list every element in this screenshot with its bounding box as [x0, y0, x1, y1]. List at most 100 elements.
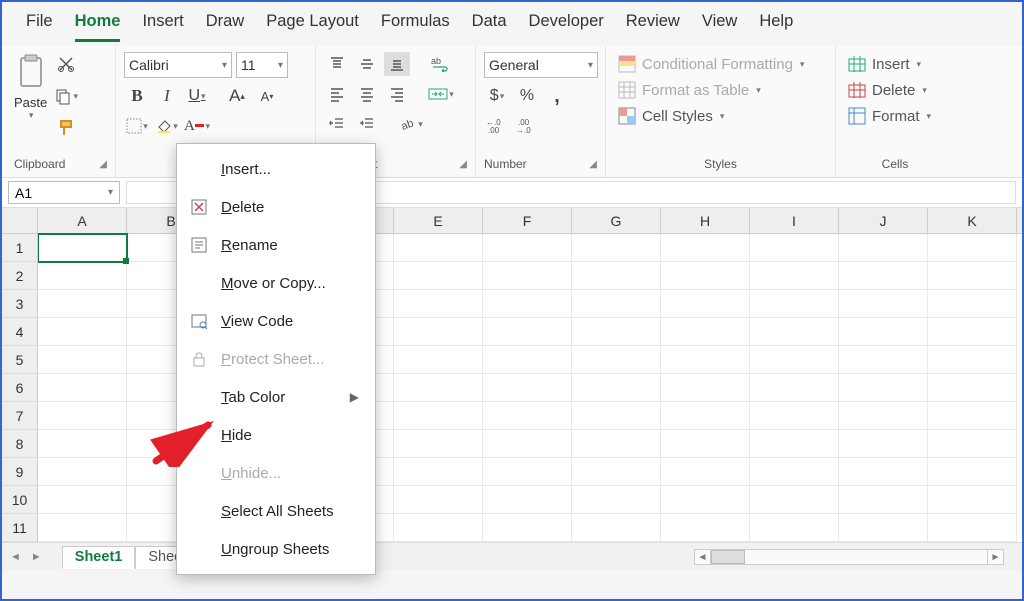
cut-button[interactable]: [53, 52, 79, 76]
cell[interactable]: [839, 262, 928, 290]
cell[interactable]: [483, 486, 572, 514]
cell[interactable]: [38, 318, 127, 346]
dialog-launcher-icon[interactable]: ◢: [99, 159, 107, 170]
borders-button[interactable]: ▾: [124, 114, 150, 138]
cell[interactable]: [661, 430, 750, 458]
row-header[interactable]: 1: [2, 234, 37, 262]
cell[interactable]: [928, 486, 1017, 514]
cell[interactable]: [572, 262, 661, 290]
context-menu-item[interactable]: Move or Copy...: [177, 264, 375, 302]
cell[interactable]: [572, 318, 661, 346]
cell[interactable]: [839, 514, 928, 542]
cell[interactable]: [394, 486, 483, 514]
cell[interactable]: [483, 402, 572, 430]
cell[interactable]: [394, 402, 483, 430]
cell[interactable]: [38, 402, 127, 430]
align-right-button[interactable]: [384, 82, 410, 106]
align-left-button[interactable]: [324, 82, 350, 106]
cell[interactable]: [661, 514, 750, 542]
cell[interactable]: [928, 458, 1017, 486]
row-header[interactable]: 11: [2, 514, 37, 542]
scroll-thumb[interactable]: [711, 550, 745, 564]
cell[interactable]: [394, 374, 483, 402]
sheet-tab[interactable]: Sheet1: [62, 546, 136, 569]
cell[interactable]: [750, 262, 839, 290]
cell[interactable]: [483, 514, 572, 542]
cell[interactable]: [839, 346, 928, 374]
cell[interactable]: [38, 234, 127, 262]
decrease-font-button[interactable]: A▾: [254, 84, 280, 108]
cell[interactable]: [572, 234, 661, 262]
cell[interactable]: [38, 374, 127, 402]
cell[interactable]: [661, 346, 750, 374]
menu-developer[interactable]: Developer: [529, 12, 604, 42]
comma-button[interactable]: ,: [544, 84, 570, 108]
cell[interactable]: [483, 262, 572, 290]
cell[interactable]: [483, 234, 572, 262]
bold-button[interactable]: B: [124, 84, 150, 108]
cell[interactable]: [750, 514, 839, 542]
font-size-combo[interactable]: 11▾: [236, 52, 288, 78]
scroll-right-icon[interactable]: ►: [987, 550, 1003, 564]
cell[interactable]: [572, 514, 661, 542]
cell[interactable]: [483, 346, 572, 374]
cell[interactable]: [394, 290, 483, 318]
cell[interactable]: [839, 430, 928, 458]
cell[interactable]: [394, 430, 483, 458]
cell[interactable]: [38, 346, 127, 374]
cell[interactable]: [572, 402, 661, 430]
cell[interactable]: [928, 262, 1017, 290]
cell[interactable]: [839, 374, 928, 402]
conditional-formatting-button[interactable]: Conditional Formatting▾: [614, 52, 808, 76]
increase-indent-button[interactable]: [354, 112, 380, 136]
cell[interactable]: [750, 430, 839, 458]
cell[interactable]: [839, 486, 928, 514]
cell[interactable]: [572, 346, 661, 374]
cell[interactable]: [38, 290, 127, 318]
cell[interactable]: [750, 402, 839, 430]
cell[interactable]: [661, 318, 750, 346]
cell[interactable]: [928, 514, 1017, 542]
cell[interactable]: [572, 486, 661, 514]
cell[interactable]: [839, 458, 928, 486]
menu-file[interactable]: File: [26, 12, 53, 42]
cell[interactable]: [928, 430, 1017, 458]
align-top-button[interactable]: [324, 52, 350, 76]
row-header[interactable]: 8: [2, 430, 37, 458]
increase-font-button[interactable]: A▴: [224, 84, 250, 108]
menu-data[interactable]: Data: [472, 12, 507, 42]
cell[interactable]: [750, 486, 839, 514]
cell[interactable]: [38, 514, 127, 542]
insert-cells-button[interactable]: Insert▾: [844, 52, 925, 76]
menu-insert[interactable]: Insert: [142, 12, 183, 42]
column-header[interactable]: K: [928, 208, 1017, 233]
context-menu-item[interactable]: Select All Sheets: [177, 492, 375, 530]
context-menu-item[interactable]: View Code: [177, 302, 375, 340]
cell[interactable]: [661, 290, 750, 318]
align-center-button[interactable]: [354, 82, 380, 106]
dialog-launcher-icon[interactable]: ◢: [459, 159, 467, 170]
cell[interactable]: [394, 346, 483, 374]
row-header[interactable]: 4: [2, 318, 37, 346]
cell[interactable]: [928, 290, 1017, 318]
cell[interactable]: [394, 458, 483, 486]
cell[interactable]: [483, 318, 572, 346]
cell[interactable]: [661, 262, 750, 290]
menu-view[interactable]: View: [702, 12, 737, 42]
name-box[interactable]: A1▾: [8, 181, 120, 204]
cell[interactable]: [394, 234, 483, 262]
cell[interactable]: [572, 374, 661, 402]
context-menu-item[interactable]: Delete: [177, 188, 375, 226]
cell[interactable]: [750, 290, 839, 318]
cell[interactable]: [750, 374, 839, 402]
cell[interactable]: [572, 458, 661, 486]
cell[interactable]: [839, 402, 928, 430]
context-menu-item[interactable]: Hide: [177, 416, 375, 454]
cell[interactable]: [661, 458, 750, 486]
decrease-indent-button[interactable]: [324, 112, 350, 136]
cell[interactable]: [750, 346, 839, 374]
wrap-text-button[interactable]: ab: [428, 52, 454, 76]
format-as-table-button[interactable]: Format as Table▾: [614, 78, 765, 102]
context-menu-item[interactable]: Rename: [177, 226, 375, 264]
delete-cells-button[interactable]: Delete▾: [844, 78, 931, 102]
